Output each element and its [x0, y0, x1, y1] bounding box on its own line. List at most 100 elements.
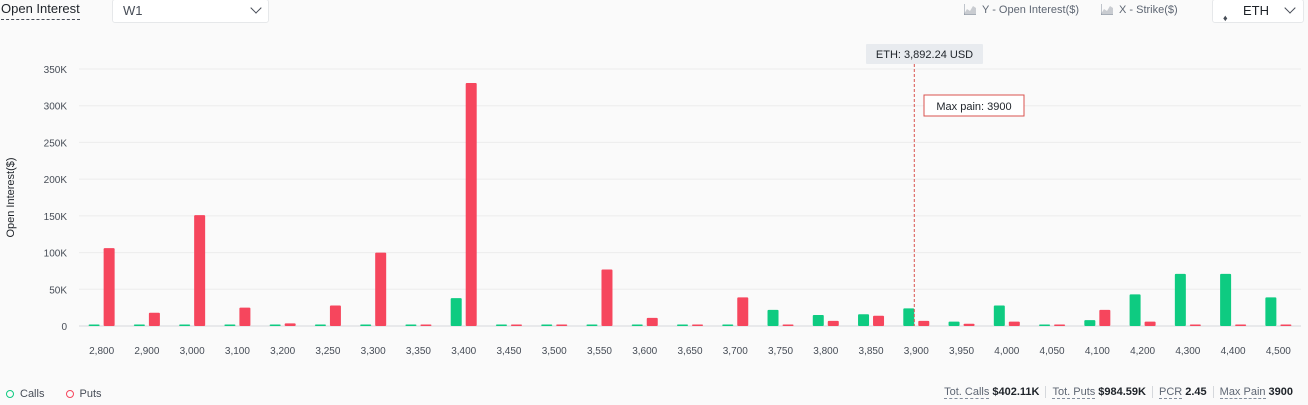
- x-tick-label: 3,450: [496, 346, 521, 357]
- puts-bar: [1054, 324, 1066, 326]
- puts-bar: [827, 320, 839, 326]
- calls-bar: [1220, 273, 1232, 326]
- y-tick-label: 250K: [44, 138, 68, 149]
- puts-bar: [1189, 324, 1201, 326]
- puts-bar: [963, 323, 975, 326]
- x-tick-label: 3,000: [180, 346, 205, 357]
- stat-label: PCR: [1159, 386, 1183, 399]
- calls-bar: [631, 324, 643, 326]
- puts-bar: [420, 324, 432, 326]
- calls-bar: [1084, 320, 1096, 326]
- x-tick-label: 3,100: [225, 346, 250, 357]
- calls-bar: [948, 321, 960, 326]
- x-tick-label: 4,200: [1130, 346, 1155, 357]
- stat-total-puts: Tot. Puts $984.59K: [1045, 386, 1152, 399]
- y-tick-label: 350K: [44, 65, 68, 76]
- x-tick-label: 3,300: [361, 346, 386, 357]
- calls-bar: [722, 324, 734, 326]
- calls-bar: [360, 324, 372, 326]
- calls-bar: [993, 305, 1005, 326]
- puts-bar: [873, 315, 885, 326]
- calls-ring-icon: [6, 390, 14, 398]
- puts-bar: [375, 252, 387, 326]
- y-tick-label: 100K: [44, 249, 68, 260]
- calls-bar: [767, 309, 779, 326]
- puts-bar: [465, 82, 477, 326]
- summary-stats: Tot. Calls $402.11K Tot. Puts $984.59K PCR 2.…: [938, 386, 1299, 399]
- calls-bar: [314, 324, 326, 326]
- calls-bar: [903, 308, 915, 326]
- calls-bar: [88, 324, 100, 326]
- puts-bar: [284, 323, 296, 326]
- y-tick-label: 50K: [49, 285, 67, 296]
- open-interest-chart: 0 50K 100K 150K 200K 250K 300K 350K Open Interes…: [5, 44, 1301, 357]
- puts-ring-icon: [65, 390, 74, 398]
- stat-value: 3900: [1268, 386, 1293, 398]
- stat-max-pain: Max Pain 3900: [1212, 386, 1299, 399]
- y-axis-title: Open Interest($): [5, 157, 17, 237]
- y-tick-label: 200K: [44, 175, 68, 186]
- puts-bar: [1099, 309, 1111, 326]
- calls-bar: [179, 324, 191, 326]
- calls-bar: [1129, 294, 1141, 326]
- x-tick-label: 3,950: [949, 346, 974, 357]
- stat-label: Tot. Puts: [1052, 386, 1096, 399]
- x-tick-label: 4,000: [994, 346, 1019, 357]
- puts-bar: [194, 215, 206, 326]
- calls-bar: [1039, 324, 1051, 326]
- puts-bar: [601, 269, 613, 326]
- x-tick-label: 3,750: [768, 346, 793, 357]
- puts-bar: [239, 307, 251, 326]
- x-tick-label: 3,250: [315, 346, 340, 357]
- calls-bar: [224, 324, 236, 326]
- spot-price-label: ETH: 3,892.24 USD: [876, 49, 973, 61]
- calls-bar: [812, 314, 824, 326]
- calls-bar: [1174, 273, 1186, 326]
- legend-calls[interactable]: Calls: [6, 388, 44, 400]
- puts-bar: [1144, 321, 1156, 326]
- y-tick-label: 300K: [44, 102, 68, 113]
- calls-bar: [405, 324, 417, 326]
- stat-total-calls: Tot. Calls $402.11K: [938, 386, 1045, 399]
- x-tick-label: 3,500: [542, 346, 567, 357]
- x-tick-label: 3,600: [632, 346, 657, 357]
- x-tick-label: 3,650: [677, 346, 702, 357]
- stat-value: 2.45: [1185, 386, 1207, 398]
- legend-puts-label: Puts: [79, 388, 102, 400]
- stat-value: $402.11K: [992, 386, 1040, 398]
- y-tick-label: 0: [61, 322, 67, 333]
- calls-bar: [541, 324, 553, 326]
- max-pain-label: Max pain: 3900: [936, 101, 1011, 113]
- x-tick-label: 3,550: [587, 346, 612, 357]
- x-tick-label: 2,900: [134, 346, 159, 357]
- puts-bar: [646, 317, 658, 326]
- chart-legend: Calls Puts: [6, 388, 120, 400]
- puts-bar: [1235, 324, 1247, 326]
- stat-value: $984.59K: [1098, 386, 1146, 398]
- legend-calls-label: Calls: [20, 388, 45, 400]
- calls-bar: [677, 324, 688, 326]
- puts-bar: [556, 324, 568, 326]
- x-tick-label: 3,850: [859, 346, 884, 357]
- x-tick-label: 3,900: [904, 346, 929, 357]
- puts-bar: [103, 248, 115, 326]
- puts-bar: [148, 312, 160, 326]
- legend-puts[interactable]: Puts: [65, 388, 102, 400]
- puts-bar: [737, 297, 749, 326]
- stat-label: Tot. Calls: [944, 386, 990, 399]
- x-tick-label: 2,800: [89, 346, 114, 357]
- x-tick-label: 3,800: [813, 346, 838, 357]
- calls-bar: [133, 324, 145, 326]
- x-tick-label: 3,400: [451, 346, 476, 357]
- y-tick-label: 150K: [44, 212, 68, 223]
- x-tick-label: 4,050: [1040, 346, 1065, 357]
- x-tick-label: 3,350: [406, 346, 431, 357]
- puts-bar: [782, 324, 794, 326]
- x-tick-label: 3,700: [723, 346, 748, 357]
- calls-bar: [269, 324, 281, 326]
- puts-bar: [510, 324, 522, 326]
- stat-label: Max Pain: [1219, 386, 1266, 399]
- calls-bar: [450, 298, 462, 326]
- calls-bar: [858, 314, 870, 326]
- x-tick-label: 4,400: [1221, 346, 1246, 357]
